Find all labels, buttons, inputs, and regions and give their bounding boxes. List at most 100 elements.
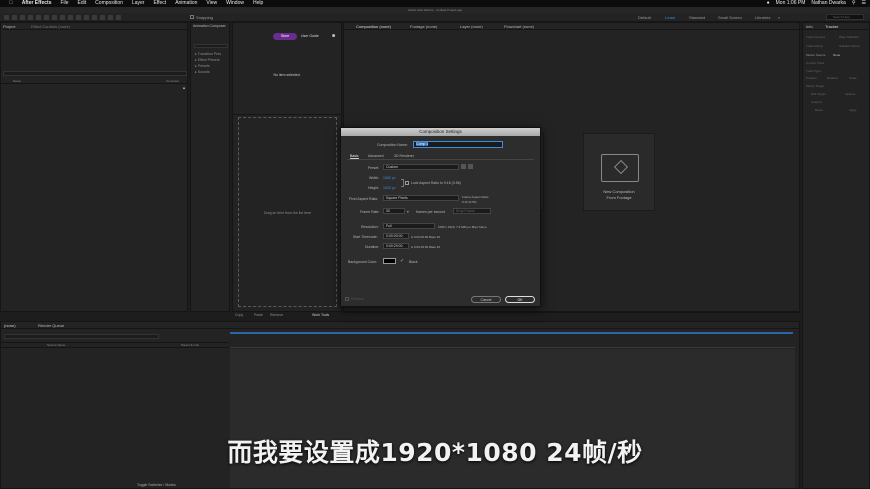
time-ruler[interactable] xyxy=(230,342,795,348)
col-comment[interactable]: Comment xyxy=(166,79,179,83)
col-source-name[interactable]: Source Name xyxy=(47,343,65,347)
remove-dropdown[interactable]: Remove xyxy=(270,313,283,317)
tab-project[interactable]: Project xyxy=(3,23,15,30)
start-timecode-input[interactable]: 0:00:00:00 xyxy=(383,233,409,239)
edit-target-button[interactable]: Edit Target... xyxy=(811,92,828,96)
rotation-checkbox[interactable]: Rotation xyxy=(827,76,838,80)
tree-item[interactable]: ▸ Presets xyxy=(195,64,210,68)
timecode-search-input[interactable] xyxy=(4,334,159,339)
tab-info[interactable]: Info xyxy=(806,23,813,30)
col-parent-link[interactable]: Parent & Link xyxy=(181,343,199,347)
track-camera-button[interactable]: Track Camera xyxy=(806,35,825,39)
tab-3d-renderer[interactable]: 3D Renderer xyxy=(394,154,414,158)
fps-dropdown-icon[interactable]: ▾ xyxy=(407,210,409,214)
user-icon[interactable]: ☻ xyxy=(331,33,336,39)
motion-source-dropdown[interactable]: None xyxy=(833,53,840,57)
tab-layer[interactable]: Layer (none) xyxy=(460,23,483,30)
workspace-default[interactable]: Default xyxy=(638,13,651,22)
col-name[interactable]: Name xyxy=(13,79,21,83)
menu-file[interactable]: File xyxy=(60,0,68,7)
app-name[interactable]: After Effects xyxy=(22,0,52,7)
par-dropdown[interactable]: Square Pixels xyxy=(383,195,459,201)
bg-color-swatch[interactable] xyxy=(383,258,396,264)
delete-preset-icon[interactable] xyxy=(468,164,473,169)
menu-edit[interactable]: Edit xyxy=(78,0,87,7)
apply-button[interactable]: Apply xyxy=(849,108,857,112)
reset-button[interactable]: Reset xyxy=(815,108,823,112)
zoom-tool-icon[interactable] xyxy=(28,15,33,20)
eraser-tool-icon[interactable] xyxy=(100,15,105,20)
paste-dropdown[interactable]: Paste xyxy=(254,313,263,317)
workspace-standard[interactable]: Standard xyxy=(689,13,705,22)
pen-tool-icon[interactable] xyxy=(68,15,73,20)
user-name[interactable]: Nathan Dwarka xyxy=(811,0,845,7)
tree-item[interactable]: ▸ Sounds xyxy=(195,70,210,74)
tab-flowchart[interactable]: Flowchart (none) xyxy=(504,23,534,30)
toggle-switches-modes[interactable]: Toggle Switches / Modes xyxy=(137,483,176,487)
drop-frame-dropdown[interactable]: Drop Frame xyxy=(453,208,491,214)
menu-help[interactable]: Help xyxy=(253,0,263,7)
menu-layer[interactable]: Layer xyxy=(132,0,145,7)
apple-icon[interactable]:  xyxy=(9,0,13,7)
preset-dropdown[interactable]: Custom xyxy=(383,164,459,170)
track-motion-button[interactable]: Track Motion xyxy=(806,44,823,48)
stabilize-motion-button[interactable]: Stabilize Motion xyxy=(839,44,860,48)
tab-animation-composer[interactable]: Animation Composer xyxy=(193,23,226,30)
height-value[interactable]: 1920 px xyxy=(383,186,395,190)
menu-view[interactable]: View xyxy=(206,0,217,7)
tree-item[interactable]: ▸ Transition Pres xyxy=(195,52,221,56)
cancel-button[interactable]: Cancel xyxy=(471,296,501,303)
resolution-dropdown[interactable]: Full xyxy=(383,223,435,229)
work-tools-dropdown[interactable]: Work Tools xyxy=(312,313,329,317)
pan-behind-tool-icon[interactable] xyxy=(52,15,57,20)
drop-zone[interactable]: Drag an item from the list here xyxy=(238,117,337,307)
tab-tracker[interactable]: Tracker xyxy=(825,23,838,30)
menu-effect[interactable]: Effect xyxy=(153,0,166,7)
hand-tool-icon[interactable] xyxy=(20,15,25,20)
snapping-checkbox[interactable] xyxy=(190,15,194,19)
dialog-title[interactable]: Composition Settings xyxy=(341,128,540,136)
workspace-small-screen[interactable]: Small Screen xyxy=(718,13,742,22)
user-guide-link[interactable]: User Guide xyxy=(301,34,319,38)
puppet-tool-icon[interactable] xyxy=(116,15,121,20)
clock[interactable]: Mon 1:06 PM xyxy=(776,0,806,7)
rotate-tool-icon[interactable] xyxy=(36,15,41,20)
workspace-overflow-icon[interactable]: » xyxy=(778,13,780,22)
duration-input[interactable]: 0:00:29:00 xyxy=(383,243,409,249)
brush-tool-icon[interactable] xyxy=(84,15,89,20)
tab-timeline-none[interactable]: (none) xyxy=(4,322,16,329)
menu-list-icon[interactable]: ☰ xyxy=(862,0,866,7)
tab-render-queue[interactable]: Render Queue xyxy=(38,322,64,329)
eyedropper-icon[interactable]: ✓ xyxy=(400,258,404,264)
roto-tool-icon[interactable] xyxy=(108,15,113,20)
work-area-bar[interactable] xyxy=(230,332,793,334)
camera-tool-icon[interactable] xyxy=(44,15,49,20)
tab-footage[interactable]: Footage (none) xyxy=(410,23,437,30)
tab-advanced[interactable]: Advanced xyxy=(368,154,384,158)
preview-checkbox[interactable] xyxy=(345,297,349,301)
copy-dropdown[interactable]: Copy xyxy=(235,313,243,317)
wifi-icon[interactable]: ● xyxy=(767,0,770,7)
workspace-libraries[interactable]: Libraries xyxy=(755,13,770,22)
store-button[interactable]: Store xyxy=(273,33,297,40)
project-search-input[interactable] xyxy=(3,71,187,76)
clone-tool-icon[interactable] xyxy=(92,15,97,20)
tree-search-input[interactable] xyxy=(194,44,228,48)
selection-tool-icon[interactable] xyxy=(12,15,17,20)
mask-tool-icon[interactable] xyxy=(60,15,65,20)
new-from-footage-tile[interactable]: New Composition From Footage xyxy=(583,133,655,211)
fps-input[interactable]: 30 xyxy=(383,208,405,214)
flowchart-icon[interactable]: ▲ xyxy=(182,86,186,90)
lock-aspect-checkbox[interactable] xyxy=(405,181,409,185)
home-icon[interactable] xyxy=(4,15,9,20)
menu-composition[interactable]: Composition xyxy=(95,0,123,7)
warp-stabilizer-button[interactable]: Warp Stabilizer xyxy=(839,35,859,39)
search-icon[interactable]: ⚲ xyxy=(852,0,856,7)
menu-window[interactable]: Window xyxy=(226,0,244,7)
tab-composition[interactable]: Composition (none) xyxy=(356,23,391,30)
width-value[interactable]: 1080 px xyxy=(383,176,395,180)
menu-animation[interactable]: Animation xyxy=(175,0,197,7)
save-preset-icon[interactable] xyxy=(461,164,466,169)
type-tool-icon[interactable] xyxy=(76,15,81,20)
search-help-input[interactable]: Search Help xyxy=(826,14,864,20)
